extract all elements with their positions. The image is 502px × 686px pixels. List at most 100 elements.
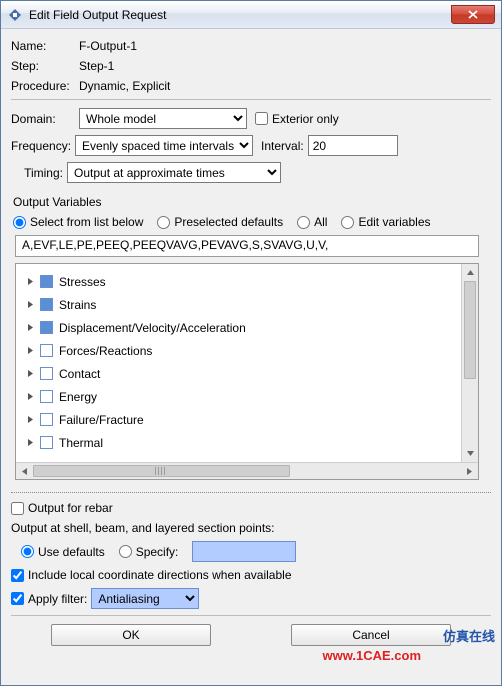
tree-item-label: Failure/Fracture bbox=[59, 413, 144, 427]
dotted-divider bbox=[11, 492, 491, 493]
expand-icon[interactable] bbox=[26, 392, 36, 402]
frequency-select[interactable]: Evenly spaced time intervals bbox=[75, 135, 253, 156]
close-icon bbox=[468, 10, 478, 19]
divider bbox=[11, 99, 491, 100]
output-for-rebar-label: Output for rebar bbox=[28, 501, 113, 515]
radio-use-defaults[interactable]: Use defaults bbox=[21, 545, 105, 559]
cancel-button[interactable]: Cancel bbox=[291, 624, 451, 646]
domain-label: Domain: bbox=[11, 112, 79, 126]
output-variables-radios: Select from list below Preselected defau… bbox=[13, 215, 491, 229]
tree-item-label: Forces/Reactions bbox=[59, 344, 152, 358]
tree-checkbox[interactable] bbox=[40, 390, 53, 403]
row-include-local: Include local coordinate directions when… bbox=[11, 568, 491, 582]
tree-item-label: Stresses bbox=[59, 275, 106, 289]
radio-select-from-list[interactable]: Select from list below bbox=[13, 215, 143, 229]
tree-checkbox[interactable] bbox=[40, 367, 53, 380]
tree-checkbox[interactable] bbox=[40, 321, 53, 334]
tree-item-label: Energy bbox=[59, 390, 97, 404]
content: Name: F-Output-1 Step: Step-1 Procedure:… bbox=[1, 29, 501, 646]
row-domain: Domain: Whole model Exterior only bbox=[11, 108, 491, 129]
output-variables-title: Output Variables bbox=[13, 195, 491, 209]
divider-bottom bbox=[11, 615, 491, 616]
frequency-label: Frequency: bbox=[11, 139, 71, 153]
section-points-label: Output at shell, beam, and layered secti… bbox=[11, 521, 491, 535]
tree-item-label: Thermal bbox=[59, 436, 103, 450]
variables-tree: Stresses Strains Displacement/Velocity/Acc… bbox=[15, 263, 479, 480]
expand-icon[interactable] bbox=[26, 300, 36, 310]
timing-label: Timing: bbox=[11, 166, 67, 180]
output-for-rebar-checkbox[interactable] bbox=[11, 502, 24, 515]
procedure-value: Dynamic, Explicit bbox=[79, 79, 170, 93]
tree-item[interactable]: Displacement/Velocity/Acceleration bbox=[20, 316, 474, 339]
output-variables-group: Output Variables Select from list below … bbox=[11, 189, 491, 482]
scroll-left-icon[interactable] bbox=[16, 463, 33, 479]
horizontal-scroll-thumb[interactable] bbox=[33, 465, 290, 477]
row-rebar: Output for rebar bbox=[11, 501, 491, 515]
apply-filter-checkbox[interactable] bbox=[11, 592, 24, 605]
expand-icon[interactable] bbox=[26, 438, 36, 448]
tree-item[interactable]: Strains bbox=[20, 293, 474, 316]
tree-item[interactable]: Contact bbox=[20, 362, 474, 385]
name-value: F-Output-1 bbox=[79, 39, 137, 53]
row-procedure: Procedure: Dynamic, Explicit bbox=[11, 79, 491, 93]
domain-select[interactable]: Whole model bbox=[79, 108, 247, 129]
tree-item[interactable]: Stresses bbox=[20, 270, 474, 293]
tree-item-label: Displacement/Velocity/Acceleration bbox=[59, 321, 246, 335]
row-apply-filter: Apply filter: Antialiasing bbox=[11, 588, 491, 609]
app-icon bbox=[7, 7, 23, 23]
apply-filter-select[interactable]: Antialiasing bbox=[91, 588, 199, 609]
specify-input[interactable] bbox=[192, 541, 296, 562]
tree-checkbox[interactable] bbox=[40, 275, 53, 288]
step-label: Step: bbox=[11, 59, 79, 73]
scroll-right-icon[interactable] bbox=[461, 463, 478, 479]
tree-checkbox[interactable] bbox=[40, 436, 53, 449]
titlebar: Edit Field Output Request bbox=[1, 1, 501, 29]
tree-checkbox[interactable] bbox=[40, 344, 53, 357]
procedure-label: Procedure: bbox=[11, 79, 79, 93]
radio-all[interactable]: All bbox=[297, 215, 327, 229]
ok-button[interactable]: OK bbox=[51, 624, 211, 646]
radio-preselected[interactable]: Preselected defaults bbox=[157, 215, 283, 229]
exterior-only-label: Exterior only bbox=[272, 112, 339, 126]
radio-edit-variables[interactable]: Edit variables bbox=[341, 215, 430, 229]
tree-item-label: Contact bbox=[59, 367, 100, 381]
expand-icon[interactable] bbox=[26, 277, 36, 287]
expand-icon[interactable] bbox=[26, 369, 36, 379]
expand-icon[interactable] bbox=[26, 323, 36, 333]
interval-label: Interval: bbox=[261, 139, 304, 153]
name-label: Name: bbox=[11, 39, 79, 53]
vertical-scroll-thumb[interactable] bbox=[464, 281, 476, 379]
expand-icon[interactable] bbox=[26, 346, 36, 356]
row-name: Name: F-Output-1 bbox=[11, 39, 491, 53]
tree-horizontal-scrollbar[interactable] bbox=[16, 462, 478, 479]
tree-item[interactable]: Forces/Reactions bbox=[20, 339, 474, 362]
expand-icon[interactable] bbox=[26, 415, 36, 425]
row-timing: Timing: Output at approximate times bbox=[11, 162, 491, 183]
close-button[interactable] bbox=[451, 5, 495, 24]
scroll-up-icon[interactable] bbox=[462, 264, 478, 281]
include-local-label: Include local coordinate directions when… bbox=[28, 568, 292, 582]
include-local-checkbox[interactable] bbox=[11, 569, 24, 582]
tree-item[interactable]: Energy bbox=[20, 385, 474, 408]
dialog-buttons: OK Cancel bbox=[11, 624, 491, 646]
scroll-down-icon[interactable] bbox=[462, 445, 478, 462]
tree-vertical-scrollbar[interactable] bbox=[461, 264, 478, 462]
window-title: Edit Field Output Request bbox=[29, 8, 166, 22]
radio-specify[interactable]: Specify: bbox=[119, 545, 179, 559]
row-step: Step: Step-1 bbox=[11, 59, 491, 73]
tree-item[interactable]: Thermal bbox=[20, 431, 474, 454]
tree-checkbox[interactable] bbox=[40, 298, 53, 311]
step-value: Step-1 bbox=[79, 59, 114, 73]
watermark-url: www.1CAE.com bbox=[323, 648, 421, 663]
timing-select[interactable]: Output at approximate times bbox=[67, 162, 281, 183]
exterior-only-checkbox[interactable] bbox=[255, 112, 268, 125]
tree-item[interactable]: Failure/Fracture bbox=[20, 408, 474, 431]
variables-text[interactable]: A,EVF,LE,PE,PEEQ,PEEQVAVG,PEVAVG,S,SVAVG… bbox=[15, 235, 479, 257]
tree-item-label: Strains bbox=[59, 298, 96, 312]
apply-filter-label: Apply filter: bbox=[28, 592, 87, 606]
tree-checkbox[interactable] bbox=[40, 413, 53, 426]
section-points-radios: Use defaults Specify: bbox=[21, 541, 491, 562]
watermark-cn: 仿真在线 bbox=[443, 626, 495, 645]
row-frequency: Frequency: Evenly spaced time intervals … bbox=[11, 135, 491, 156]
interval-input[interactable] bbox=[308, 135, 398, 156]
